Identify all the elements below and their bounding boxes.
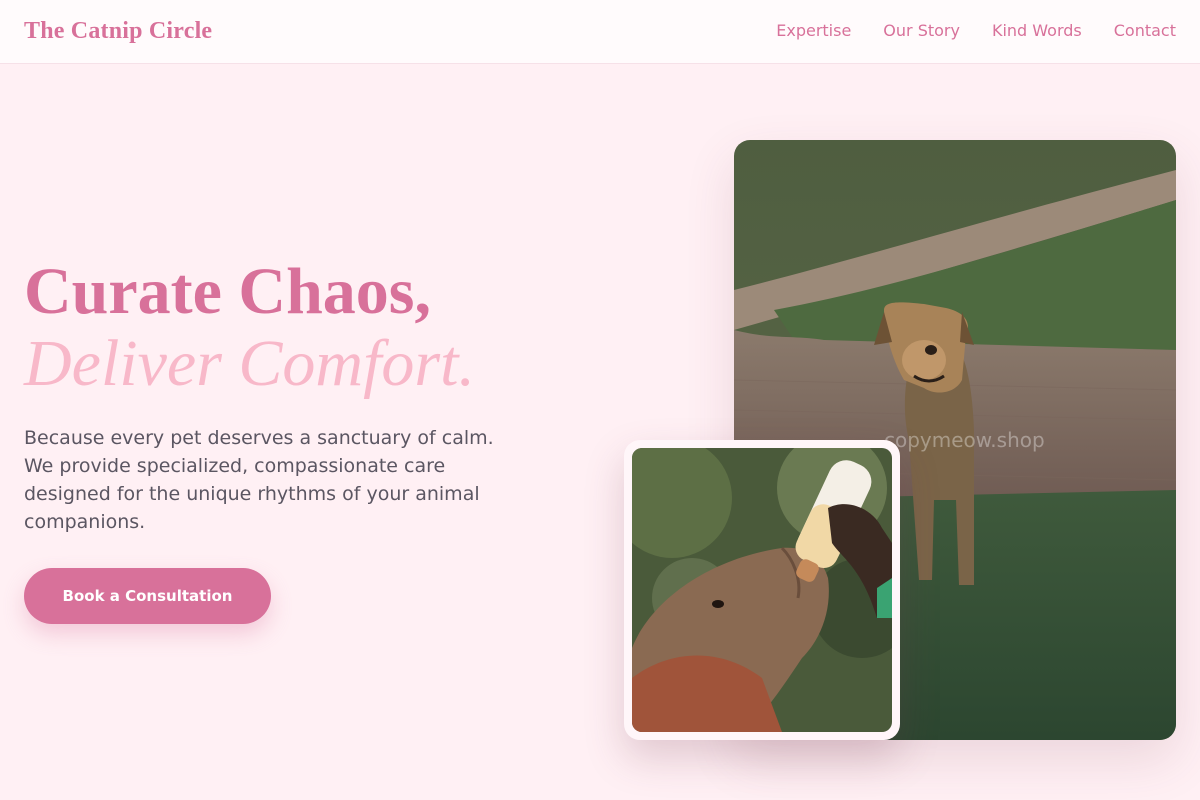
hero-headline-line1: Curate Chaos, bbox=[24, 255, 431, 328]
photo-watermark: copymeow.shop bbox=[884, 428, 1045, 452]
nav-link-kind-words[interactable]: Kind Words bbox=[992, 21, 1082, 40]
elephant-photo-illustration bbox=[632, 448, 892, 732]
brand-logo[interactable]: The Catnip Circle bbox=[24, 18, 212, 45]
nav-link-expertise[interactable]: Expertise bbox=[776, 21, 851, 40]
hero-headline-line2: Deliver Comfort. bbox=[24, 327, 475, 400]
elephant-photo-card bbox=[624, 440, 900, 740]
nav-link-our-story[interactable]: Our Story bbox=[883, 21, 960, 40]
hero-description: Because every pet deserves a sanctuary o… bbox=[24, 427, 494, 533]
main-nav: Expertise Our Story Kind Words Contact bbox=[776, 21, 1176, 40]
site-header: The Catnip Circle Expertise Our Story Ki… bbox=[0, 0, 1200, 64]
nav-link-contact[interactable]: Contact bbox=[1114, 21, 1176, 40]
book-consultation-button[interactable]: Book a Consultation bbox=[24, 568, 271, 624]
elephant-photo bbox=[632, 448, 892, 732]
